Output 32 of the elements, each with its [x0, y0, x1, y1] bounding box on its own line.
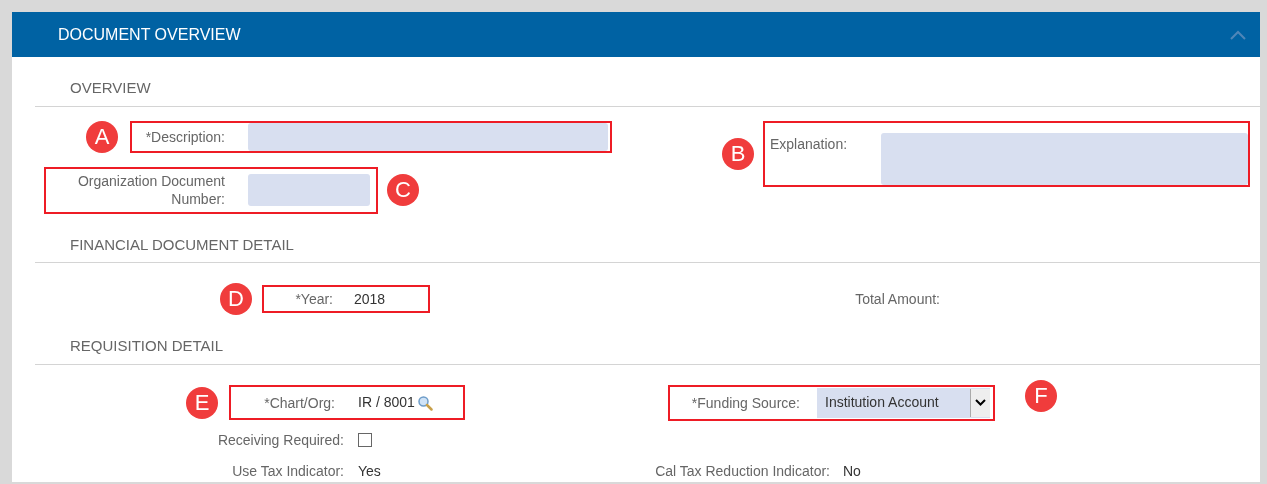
callout-badge: C [387, 174, 419, 206]
callout-badge: A [86, 120, 118, 153]
field-label: *Year: [294, 290, 333, 308]
callout-badge: F [1025, 379, 1057, 412]
field-label: *Description: [144, 127, 225, 146]
field-label: Organization Document Number: [76, 172, 225, 208]
section-title: FINANCIAL DOCUMENT DETAIL [70, 234, 294, 255]
explanation-field[interactable] [881, 132, 1248, 185]
panel-title: DOCUMENT OVERVIEW [58, 24, 241, 45]
org-document-number-field[interactable] [248, 174, 370, 206]
field-label: Receiving Required: [216, 430, 344, 449]
funding-source-select[interactable]: Institution Account [817, 387, 990, 418]
callout-badge: B [722, 137, 754, 170]
callout-badge: D [220, 283, 252, 315]
description-field[interactable] [248, 122, 608, 151]
field-label: *Chart/Org: [263, 393, 335, 412]
chevron-up-icon [1230, 29, 1246, 40]
field-label: Use Tax Indicator: [231, 462, 344, 480]
callout-badge: E [186, 386, 218, 419]
use-tax-value: Yes [358, 461, 382, 481]
field-label: Total Amount: [854, 290, 940, 308]
chart-org-value: IR / 8001 [358, 393, 415, 412]
section-title: REQUISITION DETAIL [70, 336, 224, 356]
field-label: *Funding Source: [690, 393, 800, 412]
field-label: Cal Tax Reduction Indicator: [654, 462, 830, 480]
year-value: 2018 [354, 289, 386, 309]
chevron-down-icon [975, 399, 986, 406]
receiving-required-checkbox[interactable] [358, 432, 372, 447]
search-icon[interactable] [416, 394, 433, 411]
section-title: OVERVIEW [70, 78, 151, 98]
field-label: Explanation: [770, 134, 849, 153]
cal-tax-value: No [843, 461, 861, 481]
